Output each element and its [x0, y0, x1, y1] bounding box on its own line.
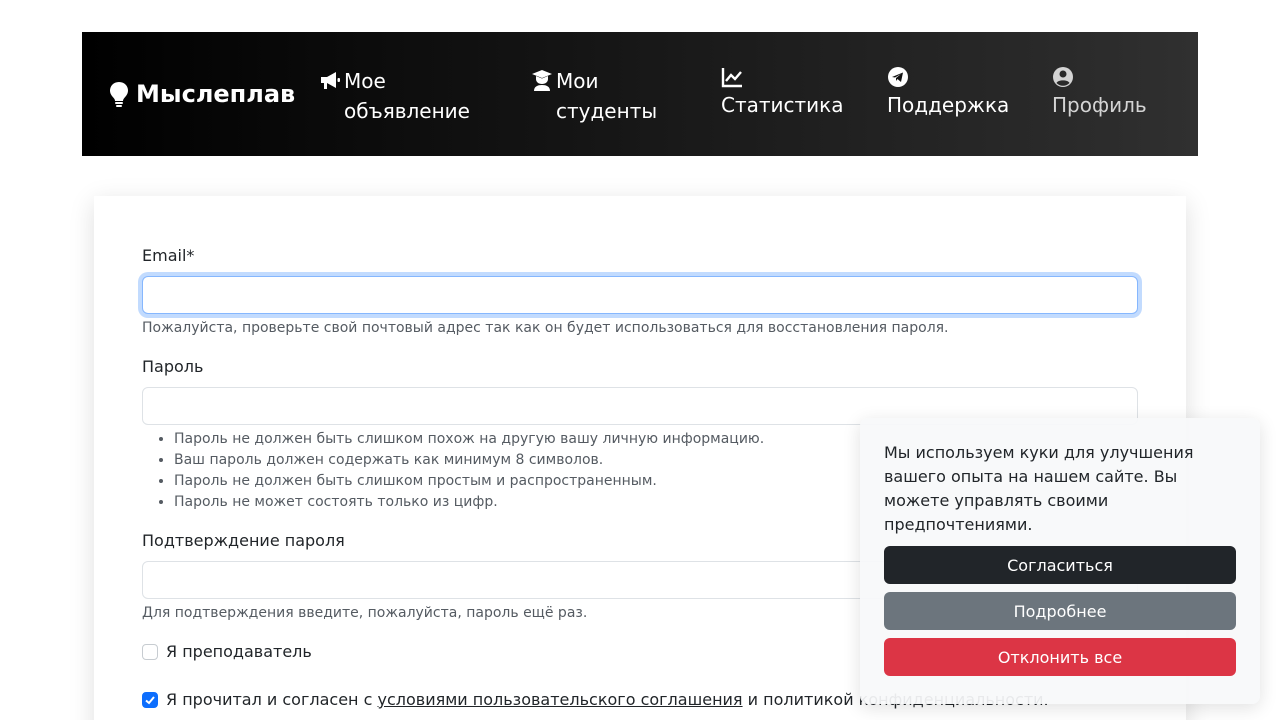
brand-logo[interactable]: Мыслеплав: [108, 32, 295, 156]
cookie-consent-banner: Мы используем куки для улучшения вашего …: [860, 418, 1260, 704]
nav-statistics-label: Статистика: [721, 93, 844, 117]
teacher-icon: [532, 70, 552, 91]
nav-my-listing-label: Мое объявление: [344, 69, 470, 123]
password-rule: Пароль не должен быть слишком простым и …: [174, 471, 764, 492]
agreement-checkbox[interactable]: [142, 691, 158, 708]
lightbulb-icon: [110, 82, 128, 107]
password-rule: Пароль не должен быть слишком похож на д…: [174, 429, 764, 450]
chart-line-icon: [721, 68, 742, 88]
checkmark-icon: [145, 695, 155, 704]
password-rule: Ваш пароль должен содержать как минимум …: [174, 450, 764, 471]
nav-profile[interactable]: Профиль: [1052, 66, 1147, 120]
nav-my-students[interactable]: Мои студенты: [531, 66, 676, 126]
cookie-message: Мы используем куки для улучшения вашего …: [884, 443, 1194, 534]
teacher-checkbox-row: Я преподаватель: [142, 642, 312, 661]
password-label: Пароль: [142, 357, 204, 376]
decline-all-cookies-button[interactable]: Отклонить все: [884, 638, 1236, 676]
teacher-checkbox-label[interactable]: Я преподаватель: [166, 642, 312, 661]
password-rules-list: Пароль не должен быть слишком похож на д…: [174, 429, 764, 513]
password-rule: Пароль не может состоять только из цифр.: [174, 492, 764, 513]
nav-my-students-label: Мои студенты: [556, 69, 658, 123]
nav-support[interactable]: Поддержка: [887, 66, 1009, 120]
brand-name: Мыслеплав: [136, 80, 296, 108]
agreement-prefix: Я прочитал и согласен с: [166, 690, 373, 709]
email-help-text: Пожалуйста, проверьте свой почтовый адре…: [142, 320, 949, 336]
top-navbar: Мыслеплав Мое объявление Мои студенты Ст…: [82, 32, 1198, 156]
confirm-password-label: Подтверждение пароля: [142, 531, 345, 550]
megaphone-icon: [321, 72, 340, 89]
email-label: Email*: [142, 246, 195, 265]
user-agreement-link[interactable]: условиями пользовательского соглашения: [377, 690, 742, 709]
nav-statistics[interactable]: Статистика: [721, 66, 844, 120]
cookie-details-button[interactable]: Подробнее: [884, 592, 1236, 630]
accept-cookies-button[interactable]: Согласиться: [884, 546, 1236, 584]
nav-support-label: Поддержка: [887, 93, 1010, 117]
user-circle-icon: [1053, 67, 1073, 87]
telegram-icon: [888, 67, 908, 87]
confirm-help-text: Для подтверждения введите, пожалуйста, п…: [142, 605, 588, 621]
nav-my-listing[interactable]: Мое объявление: [319, 66, 494, 126]
email-field[interactable]: [142, 276, 1138, 314]
teacher-checkbox[interactable]: [142, 643, 158, 660]
nav-profile-label: Профиль: [1052, 93, 1147, 117]
